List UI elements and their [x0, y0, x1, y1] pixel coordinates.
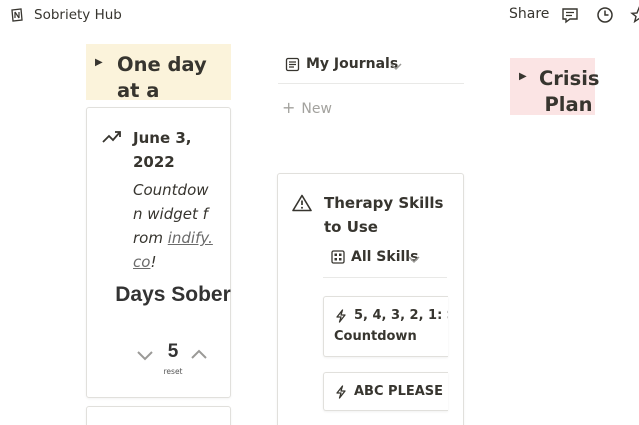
- skill-card[interactable]: 5, 4, 3, 2, 1: Sen Countdown: [323, 296, 448, 357]
- reset-button[interactable]: reset: [153, 367, 193, 376]
- skill-subtitle: Countdown: [334, 329, 417, 344]
- journals-view-label[interactable]: My Journals: [306, 56, 398, 72]
- crisis-plan-toggle[interactable]: ▶ Crisis Plan: [510, 58, 600, 116]
- new-label: New: [301, 101, 332, 117]
- lightning-icon: [336, 309, 346, 323]
- chevron-down-icon[interactable]: [407, 252, 421, 266]
- countdown-description: Countdown widget from indify.co!: [133, 178, 213, 274]
- history-icon[interactable]: [596, 6, 614, 24]
- journals-view-header[interactable]: My Journals: [278, 50, 464, 84]
- share-button[interactable]: Share: [509, 6, 549, 22]
- toggle-triangle-icon[interactable]: ▶: [519, 71, 527, 82]
- skills-view-header[interactable]: All Skills: [323, 242, 447, 278]
- skill-title: 5, 4, 3, 2, 1: Sen: [354, 308, 448, 323]
- top-bar: Sobriety Hub Share: [0, 0, 639, 30]
- chevron-down-icon[interactable]: [136, 346, 154, 364]
- lightning-icon: [336, 385, 346, 399]
- days-counter-value: 5: [167, 341, 179, 362]
- gallery-grid-icon: [331, 250, 345, 264]
- chevron-down-icon[interactable]: [389, 59, 403, 73]
- one-day-toggle[interactable]: ▶ One day at a time.: [86, 44, 231, 128]
- toggle-triangle-icon[interactable]: ▶: [95, 57, 103, 68]
- plus-icon: +: [282, 98, 296, 117]
- document-list-icon: [285, 57, 300, 72]
- page-title[interactable]: Sobriety Hub: [34, 7, 122, 23]
- trending-up-icon: [102, 131, 121, 143]
- description-suffix: !: [150, 253, 157, 271]
- chevron-up-icon[interactable]: [190, 346, 208, 364]
- skill-title: ABC PLEASE: [354, 384, 444, 399]
- crisis-plan-text: Crisis Plan: [539, 67, 600, 116]
- notion-logo-icon[interactable]: [10, 8, 24, 22]
- countdown-card[interactable]: June 3, 2022 Countdown widget from indif…: [86, 107, 231, 398]
- skill-card[interactable]: ABC PLEASE: [323, 372, 448, 411]
- countdown-date: June 3, 2022: [133, 129, 192, 171]
- warning-icon: [292, 194, 312, 212]
- therapy-skills-card[interactable]: Therapy Skills to Use All Skills 5, 4, 3…: [277, 173, 464, 425]
- star-icon[interactable]: [630, 6, 639, 24]
- comment-icon[interactable]: [561, 6, 579, 24]
- days-sober-heading: Days Sober: [115, 283, 231, 306]
- therapy-skills-title: Therapy Skills to Use: [324, 194, 444, 236]
- next-card-partial[interactable]: [86, 406, 231, 425]
- new-journal-button[interactable]: + New: [282, 98, 332, 117]
